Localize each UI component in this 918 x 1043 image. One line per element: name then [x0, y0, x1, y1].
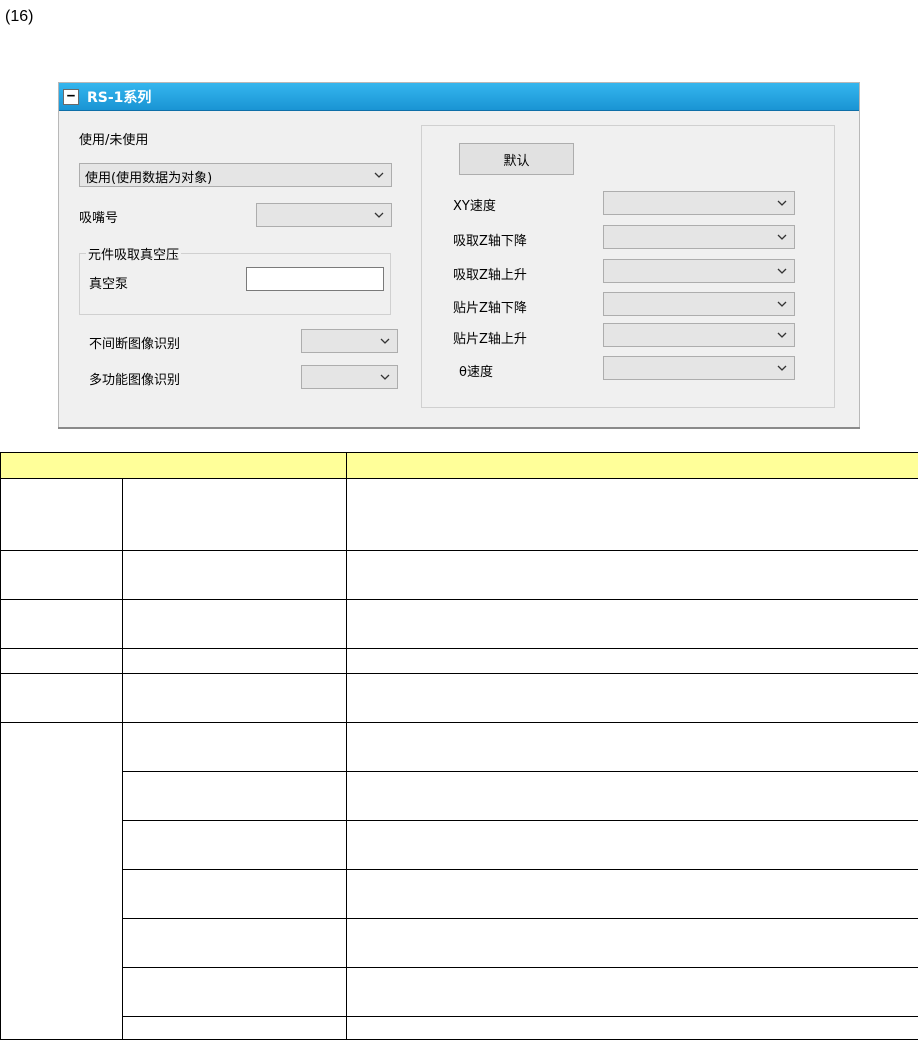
- table-cell: [0, 673, 123, 723]
- use-select-value: 使用(使用数据为对象): [85, 171, 213, 186]
- table-header-cell: [346, 452, 918, 479]
- use-select[interactable]: 使用(使用数据为对象): [79, 163, 392, 187]
- theta-speed-label: θ速度: [459, 365, 493, 380]
- table-header-cell: [0, 452, 347, 479]
- table-row: [0, 478, 918, 551]
- table-cell: [346, 673, 918, 723]
- chevron-down-icon: [776, 264, 788, 278]
- mount-z-up-label: 贴片Z轴上升: [453, 332, 527, 347]
- chevron-down-icon: [776, 297, 788, 311]
- table-row: [0, 648, 918, 674]
- collapse-icon[interactable]: −: [63, 89, 79, 105]
- table-header-row: [0, 452, 918, 479]
- continuous-recog-label: 不间断图像识别: [89, 337, 181, 352]
- table-cell: [346, 1016, 918, 1040]
- default-button[interactable]: 默认: [459, 143, 574, 175]
- panel-title-bar: − RS-1系列: [59, 83, 859, 111]
- nozzle-label: 吸嘴号: [79, 211, 119, 226]
- table-cell: [122, 550, 347, 600]
- chevron-down-icon: [776, 328, 788, 342]
- multi-recog-select[interactable]: [301, 365, 398, 389]
- pick-z-down-label: 吸取Z轴下降: [453, 234, 527, 249]
- table-cell: [122, 771, 347, 821]
- table-cell: [0, 722, 123, 1040]
- table-row: [0, 550, 918, 600]
- table-cell: [346, 820, 918, 870]
- rs1-settings-panel: − RS-1系列 使用/未使用 使用(使用数据为对象) 吸嘴号 元件吸取真空压 …: [58, 82, 860, 428]
- table-cell: [346, 550, 918, 600]
- use-label: 使用/未使用: [79, 133, 149, 148]
- table-cell: [122, 967, 347, 1017]
- table-cell: [122, 673, 347, 723]
- chevron-down-icon: [776, 361, 788, 375]
- table-cell: [346, 918, 918, 968]
- table-cell: [122, 722, 347, 772]
- table-cell: [346, 648, 918, 674]
- chevron-down-icon: [379, 334, 391, 348]
- mount-z-down-label: 贴片Z轴下降: [453, 301, 527, 316]
- table-cell: [122, 648, 347, 674]
- table-row: [1, 967, 918, 1017]
- table-row: [1, 869, 918, 919]
- table-row: [1, 771, 918, 821]
- pick-z-down-select[interactable]: [603, 225, 795, 249]
- chevron-down-icon: [379, 370, 391, 384]
- xy-speed-select[interactable]: [603, 191, 795, 215]
- nozzle-select[interactable]: [256, 203, 392, 227]
- table-cell: [122, 1016, 347, 1040]
- chevron-down-icon: [373, 208, 385, 222]
- table-cell: [122, 478, 347, 551]
- theta-speed-select[interactable]: [603, 356, 795, 380]
- table-cell: [122, 918, 347, 968]
- table-row: [1, 918, 918, 968]
- vacuum-pump-input[interactable]: [246, 267, 384, 291]
- panel-shadow: [58, 427, 860, 429]
- vacuum-group-label: 元件吸取真空压: [86, 244, 182, 263]
- table-cell: [122, 869, 347, 919]
- section-number: (16): [5, 8, 34, 25]
- table-cell: [0, 550, 123, 600]
- vacuum-pump-label: 真空泵: [89, 277, 129, 292]
- table-cell: [122, 820, 347, 870]
- table-row: [0, 673, 918, 723]
- table-cell: [122, 599, 347, 649]
- table-cell: [0, 648, 123, 674]
- table-cell: [0, 599, 123, 649]
- table-cell: [346, 771, 918, 821]
- table-cell: [346, 478, 918, 551]
- table-cell: [346, 722, 918, 772]
- mount-z-up-select[interactable]: [603, 323, 795, 347]
- table-cell: [346, 967, 918, 1017]
- table-cell: [0, 478, 123, 551]
- multi-recog-label: 多功能图像识别: [89, 373, 181, 388]
- continuous-recog-select[interactable]: [301, 329, 398, 353]
- chevron-down-icon: [373, 168, 385, 182]
- spec-table: [0, 452, 918, 1040]
- pick-z-up-select[interactable]: [603, 259, 795, 283]
- panel-title: RS-1系列: [87, 90, 152, 106]
- xy-speed-label: XY速度: [453, 199, 496, 214]
- table-row: [1, 1016, 918, 1040]
- table-cell: [346, 599, 918, 649]
- chevron-down-icon: [776, 196, 788, 210]
- chevron-down-icon: [776, 230, 788, 244]
- mount-z-down-select[interactable]: [603, 292, 795, 316]
- table-row: [0, 599, 918, 649]
- table-row: [1, 820, 918, 870]
- table-cell: [346, 869, 918, 919]
- pick-z-up-label: 吸取Z轴上升: [453, 268, 527, 283]
- table-row: [0, 722, 918, 1040]
